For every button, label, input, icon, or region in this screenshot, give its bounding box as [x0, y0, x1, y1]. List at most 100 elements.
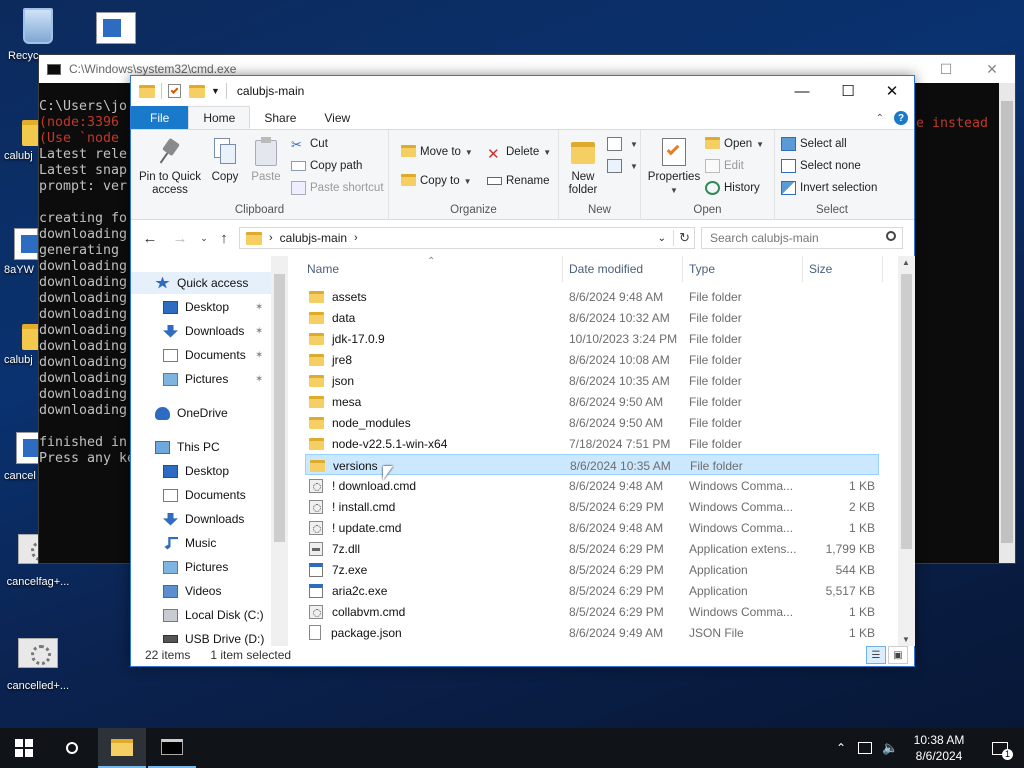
tab-file[interactable]: File: [131, 106, 189, 129]
file-row[interactable]: package.json 8/6/2024 9:49 AM JSON File 1 K…: [305, 622, 879, 643]
network-icon[interactable]: [858, 742, 873, 754]
large-icons-view-icon[interactable]: ▣: [888, 646, 908, 664]
file-row[interactable]: jre8 8/6/2024 10:08 AM File folder: [305, 349, 879, 370]
file-row[interactable]: node_modules 8/6/2024 9:50 AM File folder: [305, 412, 879, 433]
file-explorer-window[interactable]: ▼ calubjs-main — ☐ ✕ File Home Share Vie…: [130, 75, 915, 667]
minimize-button[interactable]: —: [779, 76, 825, 106]
nav-item[interactable]: Videos: [131, 580, 271, 602]
search-button[interactable]: [48, 728, 96, 768]
copy-path-button[interactable]: Copy path: [291, 156, 362, 176]
edit-button[interactable]: Edit: [705, 156, 744, 176]
delete-button[interactable]: ✕ Delete ▼: [487, 142, 551, 163]
column-header-name[interactable]: Name ⌃: [289, 256, 563, 282]
quick-access-dropdown-icon[interactable]: ▼: [211, 86, 220, 96]
nav-item[interactable]: Documents: [131, 484, 271, 506]
new-folder-button[interactable]: New folder: [565, 136, 601, 197]
pin-to-quick-access-button[interactable]: Pin to Quick access: [137, 136, 203, 197]
new-folder-quick-icon[interactable]: [189, 84, 205, 98]
nav-item[interactable]: OneDrive: [131, 402, 271, 424]
recent-locations-button[interactable]: ⌄: [195, 228, 213, 248]
nav-item[interactable]: Downloads: [131, 508, 271, 530]
history-button[interactable]: History: [705, 178, 760, 198]
start-button[interactable]: [0, 728, 48, 768]
cmd-maximize-button[interactable]: ☐: [923, 55, 969, 83]
collapse-ribbon-icon[interactable]: ⌃: [876, 113, 884, 124]
help-icon[interactable]: ?: [894, 111, 908, 125]
properties-quick-icon[interactable]: [168, 84, 181, 98]
nav-item[interactable]: Downloads ✶: [131, 320, 271, 342]
open-button[interactable]: Open ▼: [705, 134, 764, 154]
file-row[interactable]: ! install.cmd 8/5/2024 6:29 PM Windows Com…: [305, 496, 879, 517]
file-row[interactable]: collabvm.cmd 8/5/2024 6:29 PM Windows Comm…: [305, 601, 879, 622]
details-view-icon[interactable]: ☰: [866, 646, 886, 664]
taskbar-file-explorer[interactable]: [98, 728, 146, 768]
easy-access-button[interactable]: ▼: [607, 156, 638, 176]
file-row[interactable]: jdk-17.0.9 10/10/2023 3:24 PM File folder: [305, 328, 879, 349]
paste-shortcut-button[interactable]: Paste shortcut: [291, 178, 384, 198]
nav-item[interactable]: Music: [131, 532, 271, 554]
tab-view[interactable]: View: [310, 106, 364, 129]
cut-button[interactable]: ✂ Cut: [291, 134, 328, 154]
search-input[interactable]: Search calubjs-main: [701, 227, 903, 249]
tab-share[interactable]: Share: [250, 106, 310, 129]
nav-item[interactable]: This PC: [131, 436, 271, 458]
invert-selection-button[interactable]: Invert selection: [781, 178, 877, 198]
column-header-type[interactable]: Type: [683, 256, 803, 282]
select-all-button[interactable]: Select all: [781, 134, 847, 154]
nav-item[interactable]: Documents ✶: [131, 344, 271, 366]
nav-item[interactable]: Local Disk (C:): [131, 604, 271, 626]
nav-item[interactable]: Desktop: [131, 460, 271, 482]
action-center-button[interactable]: 1: [976, 728, 1024, 768]
nav-item[interactable]: Quick access: [131, 272, 271, 294]
folder-icon: [246, 231, 262, 245]
address-bar[interactable]: › calubjs-main › ⌄ ↻: [239, 227, 695, 249]
back-button[interactable]: ←: [141, 228, 159, 248]
organize-group: Move to ▼ ✕ Delete ▼ Copy to ▼ Rename Organ…: [389, 130, 559, 220]
taskbar-cmd[interactable]: [148, 728, 196, 768]
chevron-up-icon[interactable]: ⌃: [836, 741, 846, 755]
address-dropdown-icon[interactable]: ⌄: [658, 233, 666, 244]
tab-home[interactable]: Home: [188, 106, 251, 129]
history-label: History: [724, 182, 760, 194]
nav-item[interactable]: Pictures: [131, 556, 271, 578]
copy-to-button[interactable]: Copy to ▼: [401, 171, 472, 191]
scroll-down-icon[interactable]: ▼: [902, 635, 910, 644]
column-header-size[interactable]: Size: [803, 256, 883, 282]
cmd-scrollbar[interactable]: [999, 83, 1015, 563]
rename-button[interactable]: Rename: [487, 171, 549, 191]
file-row[interactable]: 7z.dll 8/5/2024 6:29 PM Application extens…: [305, 538, 879, 559]
nav-item[interactable]: Pictures ✶: [131, 368, 271, 390]
nav-item-label: Downloads: [185, 324, 245, 338]
up-button[interactable]: ↑: [215, 228, 233, 248]
file-row[interactable]: node-v22.5.1-win-x64 7/18/2024 7:51 PM Fil…: [305, 433, 879, 454]
file-date: 8/6/2024 10:35 AM: [570, 458, 671, 473]
desktop-icon-cancelled[interactable]: cancelled+...: [0, 638, 76, 692]
navigation-pane-scrollbar[interactable]: [271, 256, 288, 646]
paste-button[interactable]: Paste: [247, 136, 285, 184]
scroll-up-icon[interactable]: ▲: [902, 258, 910, 267]
file-list-scrollbar[interactable]: ▲ ▼: [898, 256, 915, 646]
taskbar-clock[interactable]: 10:38 AM 8/6/2024: [906, 732, 972, 764]
new-item-button[interactable]: ▼: [607, 134, 638, 154]
file-row[interactable]: ! update.cmd 8/6/2024 9:48 AM Windows Comm…: [305, 517, 879, 538]
close-button[interactable]: ✕: [869, 76, 915, 106]
properties-button[interactable]: Properties ▼: [645, 136, 703, 197]
file-row[interactable]: assets 8/6/2024 9:48 AM File folder: [305, 288, 879, 307]
file-row[interactable]: 7z.exe 8/5/2024 6:29 PM Application 544 KB: [305, 559, 879, 580]
folder-icon: [309, 353, 324, 366]
volume-muted-icon[interactable]: 🔈: [882, 740, 898, 756]
copy-button[interactable]: Copy: [207, 136, 243, 184]
cmd-close-button[interactable]: ✕: [969, 55, 1015, 83]
file-row[interactable]: json 8/6/2024 10:35 AM File folder: [305, 370, 879, 391]
file-row[interactable]: data 8/6/2024 10:32 AM File folder: [305, 307, 879, 328]
move-to-button[interactable]: Move to ▼: [401, 142, 473, 162]
refresh-icon[interactable]: ↻: [673, 230, 690, 246]
desktop-icon-document[interactable]: [78, 12, 154, 44]
forward-button[interactable]: →: [171, 228, 189, 248]
file-row[interactable]: mesa 8/6/2024 9:50 AM File folder: [305, 391, 879, 412]
maximize-button[interactable]: ☐: [825, 76, 871, 106]
column-header-date[interactable]: Date modified: [563, 256, 683, 282]
file-row[interactable]: aria2c.exe 8/5/2024 6:29 PM Application 5,5…: [305, 580, 879, 601]
select-none-button[interactable]: Select none: [781, 156, 861, 176]
nav-item[interactable]: Desktop ✶: [131, 296, 271, 318]
